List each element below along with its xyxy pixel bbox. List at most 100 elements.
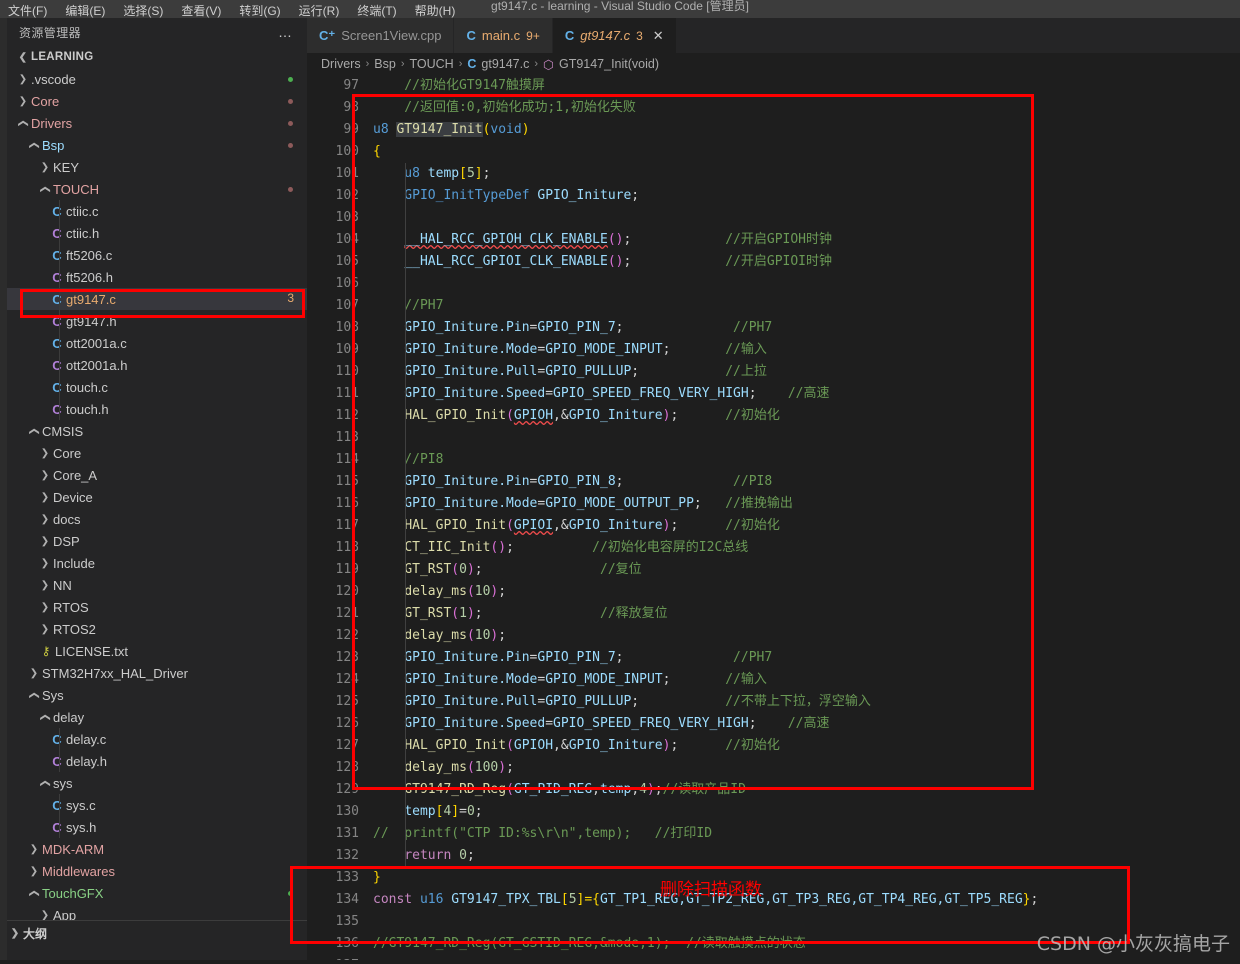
tree-item-rtos2[interactable]: ❯RTOS2 [7,618,307,640]
code-line[interactable]: 121 GT_RST(1); //释放复位 [307,603,1240,625]
menu-item-3[interactable]: 查看(V) [181,5,221,18]
code-line[interactable]: 108 GPIO_Initure.Pin=GPIO_PIN_7; //PH7 [307,317,1240,339]
code-line[interactable]: 100{ [307,141,1240,163]
code-line[interactable]: 99u8 GT9147_Init(void) [307,119,1240,141]
code-line[interactable]: 126 GPIO_Initure.Speed=GPIO_SPEED_FREQ_V… [307,713,1240,735]
tree-item-ft5206-h[interactable]: Cft5206.h [7,266,307,288]
tree-item-core[interactable]: ❯Core [7,442,307,464]
menu-item-2[interactable]: 选择(S) [123,5,163,18]
code-line[interactable]: 98 //返回值:0,初始化成功;1,初始化失败 [307,97,1240,119]
tree-item-core-a[interactable]: ❯Core_A [7,464,307,486]
code-line[interactable]: 103 [307,207,1240,229]
tree-item-middlewares[interactable]: ❯Middlewares [7,860,307,882]
tree-item-ft5206-c[interactable]: Cft5206.c [7,244,307,266]
code-line[interactable]: 107 //PH7 [307,295,1240,317]
tree-item-drivers[interactable]: ❮Drivers [7,112,307,134]
tree-item-touch[interactable]: ❮TOUCH [7,178,307,200]
tree-item-ctiic-h[interactable]: Cctiic.h [7,222,307,244]
tree-item-touch-h[interactable]: Ctouch.h [7,398,307,420]
tree-item-bsp[interactable]: ❮Bsp [7,134,307,156]
file-tree[interactable]: ❯.vscode❯Core❮Drivers❮Bsp❯KEY❮TOUCHCctii… [7,68,307,926]
code-line[interactable]: 131// printf("CTP ID:%s\r\n",temp); //打印… [307,823,1240,845]
code-line[interactable]: 125 GPIO_Initure.Pull=GPIO_PULLUP; //不带上… [307,691,1240,713]
tree-item-delay-c[interactable]: Cdelay.c [7,728,307,750]
menu-item-5[interactable]: 运行(R) [299,5,340,18]
close-icon[interactable]: ✕ [653,28,664,44]
code-line[interactable]: 104 __HAL_RCC_GPIOH_CLK_ENABLE(); //开启GP… [307,229,1240,251]
menu-item-7[interactable]: 帮助(H) [415,5,456,18]
code-line[interactable]: 118 CT_IIC_Init(); //初始化电容屏的I2C总线 [307,537,1240,559]
code-line[interactable]: 117 HAL_GPIO_Init(GPIOI,&GPIO_Initure); … [307,515,1240,537]
breadcrumb-part-touch[interactable]: TOUCH [409,57,453,71]
menu-item-4[interactable]: 转到(G) [239,5,280,18]
tree-item-ott2001a-h[interactable]: Cott2001a.h [7,354,307,376]
more-actions-icon[interactable]: … [278,24,293,40]
editor-tab-screen1view-cpp[interactable]: C⁺Screen1View.cpp [307,18,454,53]
activity-bar[interactable] [0,18,7,964]
code-line[interactable]: 111 GPIO_Initure.Speed=GPIO_SPEED_FREQ_V… [307,383,1240,405]
tree-item--vscode[interactable]: ❯.vscode [7,68,307,90]
code-line[interactable]: 97 //初始化GT9147触摸屏 [307,75,1240,97]
tree-item-touch-c[interactable]: Ctouch.c [7,376,307,398]
tree-item-include[interactable]: ❯Include [7,552,307,574]
editor-tab-bar[interactable]: C⁺Screen1View.cppCmain.c9+Cgt9147.c3✕ [307,18,1240,53]
editor-tab-main-c[interactable]: Cmain.c9+ [454,18,552,53]
tree-item-sys[interactable]: ❮Sys [7,684,307,706]
tree-item-touchgfx[interactable]: ❮TouchGFX [7,882,307,904]
tree-item-gt9147-h[interactable]: Cgt9147.h [7,310,307,332]
tree-item-sys-h[interactable]: Csys.h [7,816,307,838]
code-line[interactable]: 105 __HAL_RCC_GPIOI_CLK_ENABLE(); //开启GP… [307,251,1240,273]
tree-item-stm32h7xx-hal-driver[interactable]: ❯STM32H7xx_HAL_Driver [7,662,307,684]
code-line[interactable]: 115 GPIO_Initure.Pin=GPIO_PIN_8; //PI8 [307,471,1240,493]
tree-item-cmsis[interactable]: ❮CMSIS [7,420,307,442]
tree-item-docs[interactable]: ❯docs [7,508,307,530]
tree-item-ott2001a-c[interactable]: Cott2001a.c [7,332,307,354]
tree-item-delay[interactable]: ❮delay [7,706,307,728]
code-line[interactable]: 102 GPIO_InitTypeDef GPIO_Initure; [307,185,1240,207]
tree-item-license-txt[interactable]: ⚷LICENSE.txt [7,640,307,662]
tree-item-core[interactable]: ❯Core [7,90,307,112]
breadcrumb-part-drivers[interactable]: Drivers [321,57,361,71]
code-line[interactable]: 129 GT9147_RD_Reg(GT_PID_REG,temp,4);//读… [307,779,1240,801]
code-editor[interactable]: 97 //初始化GT9147触摸屏98 //返回值:0,初始化成功;1,初始化失… [307,75,1240,964]
code-line[interactable]: 122 delay_ms(10); [307,625,1240,647]
menu-item-6[interactable]: 终端(T) [357,5,396,18]
code-line[interactable]: 109 GPIO_Initure.Mode=GPIO_MODE_INPUT; /… [307,339,1240,361]
code-line[interactable]: 134const u16 GT9147_TPX_TBL[5]={GT_TP1_R… [307,889,1240,911]
tree-item-ctiic-c[interactable]: Cctiic.c [7,200,307,222]
code-line[interactable]: 120 delay_ms(10); [307,581,1240,603]
code-line[interactable]: 101 u8 temp[5]; [307,163,1240,185]
breadcrumb-part-bsp[interactable]: Bsp [374,57,396,71]
tree-item-delay-h[interactable]: Cdelay.h [7,750,307,772]
code-line[interactable]: 123 GPIO_Initure.Pin=GPIO_PIN_7; //PH7 [307,647,1240,669]
tree-item-gt9147-c[interactable]: Cgt9147.c3 [7,288,307,310]
code-line[interactable]: 113 [307,427,1240,449]
tree-item-nn[interactable]: ❯NN [7,574,307,596]
code-line[interactable]: 116 GPIO_Initure.Mode=GPIO_MODE_OUTPUT_P… [307,493,1240,515]
editor-tab-gt9147-c[interactable]: Cgt9147.c3✕ [553,18,677,53]
code-line[interactable]: 132 return 0; [307,845,1240,867]
breadcrumb-symbol[interactable]: GT9147_Init(void) [559,57,659,71]
menu-bar[interactable]: 文件(F) 编辑(E) 选择(S) 查看(V) 转到(G) 运行(R) 终端(T) 帮助(H) [0,5,455,18]
code-line[interactable]: 130 temp[4]=0; [307,801,1240,823]
code-line[interactable]: 127 HAL_GPIO_Init(GPIOH,&GPIO_Initure); … [307,735,1240,757]
breadcrumb[interactable]: Drivers›Bsp›TOUCH›Cgt9147.c›⬡GT9147_Init… [307,53,1240,75]
workspace-root-row[interactable]: ❮ LEARNING [7,46,307,68]
code-line[interactable]: 133} [307,867,1240,889]
tree-item-dsp[interactable]: ❯DSP [7,530,307,552]
code-line[interactable]: 114 //PI8 [307,449,1240,471]
outline-section[interactable]: ❯ 大纲 [7,920,307,946]
breadcrumb-file[interactable]: gt9147.c [481,57,529,71]
tree-item-device[interactable]: ❯Device [7,486,307,508]
code-line[interactable]: 128 delay_ms(100); [307,757,1240,779]
code-line[interactable]: 110 GPIO_Initure.Pull=GPIO_PULLUP; //上拉 [307,361,1240,383]
tree-item-key[interactable]: ❯KEY [7,156,307,178]
code-line[interactable]: 119 GT_RST(0); //复位 [307,559,1240,581]
tree-item-sys[interactable]: ❮sys [7,772,307,794]
code-line[interactable]: 106 [307,273,1240,295]
code-line[interactable]: 124 GPIO_Initure.Mode=GPIO_MODE_INPUT; /… [307,669,1240,691]
tree-item-sys-c[interactable]: Csys.c [7,794,307,816]
menu-item-1[interactable]: 编辑(E) [65,5,105,18]
menu-item-0[interactable]: 文件(F) [8,5,47,18]
code-line[interactable]: 112 HAL_GPIO_Init(GPIOH,&GPIO_Initure); … [307,405,1240,427]
